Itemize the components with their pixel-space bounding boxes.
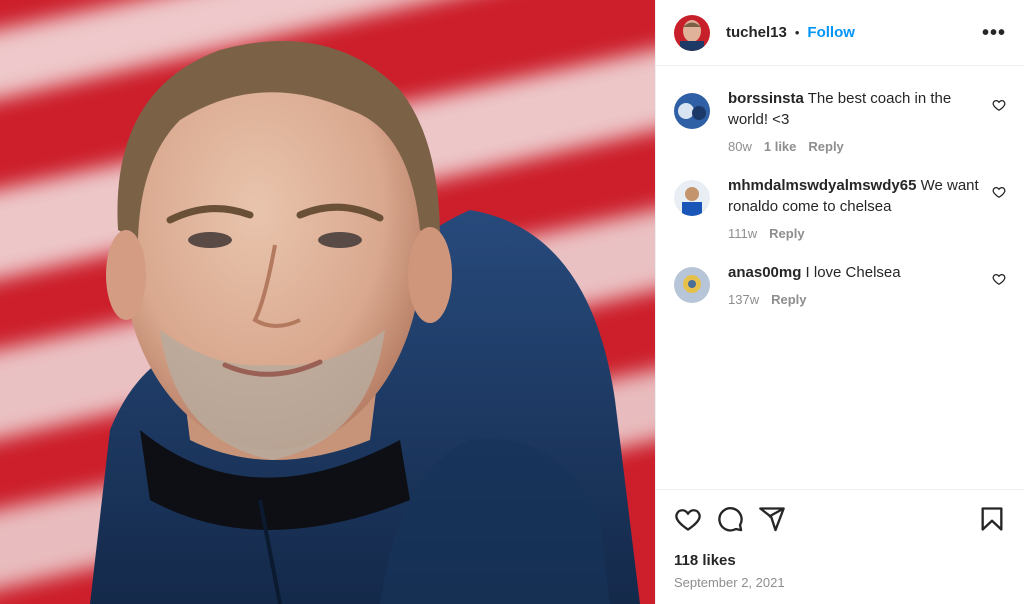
comments-list: borssinsta The best coach in the world! … [656,66,1024,489]
post-viewer: tuchel13 • Follow ••• borssinsta The bes… [0,0,1024,604]
comment-body: borssinsta The best coach in the world! … [728,88,992,154]
commenter-avatar[interactable] [674,267,710,303]
comment-username[interactable]: anas00mg [728,264,801,281]
comment-time: 80w [728,139,752,154]
comment-meta: 137w Reply [728,292,992,307]
comment-content: I love Chelsea [801,264,901,281]
comment-text: mhmdalmswdyalmswdy65 We want ronaldo com… [728,175,983,217]
reply-button[interactable]: Reply [808,139,843,154]
comment-time: 111w [728,226,758,241]
comment-text: anas00mg I love Chelsea [728,262,983,283]
bookmark-icon[interactable] [978,505,1006,533]
like-count[interactable]: 118 likes [674,552,1006,569]
action-bar [674,490,1006,548]
comment-username[interactable]: borssinsta [728,90,804,107]
author-avatar[interactable] [674,14,710,51]
comment-icon[interactable] [716,505,744,533]
post-date: September 2, 2021 [674,575,785,590]
more-icon[interactable]: ••• [982,23,1006,43]
comment-time: 137w [728,292,760,307]
commenter-avatar[interactable] [674,93,710,129]
comment-likes[interactable]: 1 like [764,139,797,154]
heart-icon[interactable] [992,98,1006,112]
post-photo[interactable] [0,0,655,604]
heart-icon[interactable] [674,505,702,533]
comment-username[interactable]: mhmdalmswdyalmswdy65 [728,177,916,194]
comment-meta: 80w 1 like Reply [728,139,992,154]
comment-body: mhmdalmswdyalmswdy65 We want ronaldo com… [728,175,992,241]
comment-item: anas00mg I love Chelsea 137w Reply [656,262,1024,307]
commenter-avatar[interactable] [674,180,710,216]
portrait-image [0,0,655,604]
comment-text: borssinsta The best coach in the world! … [728,88,983,130]
heart-icon[interactable] [992,272,1006,286]
separator-dot: • [794,25,800,40]
post-sidebar: tuchel13 • Follow ••• borssinsta The bes… [655,0,1024,604]
heart-icon[interactable] [992,185,1006,199]
reply-button[interactable]: Reply [769,226,804,241]
post-footer: 118 likes September 2, 2021 [656,489,1024,604]
author-username[interactable]: tuchel13 [726,24,787,41]
share-icon[interactable] [758,505,786,533]
post-header: tuchel13 • Follow ••• [656,0,1024,66]
follow-button[interactable]: Follow [807,24,855,41]
comment-item: borssinsta The best coach in the world! … [656,88,1024,154]
reply-button[interactable]: Reply [771,292,806,307]
comment-body: anas00mg I love Chelsea 137w Reply [728,262,992,307]
comment-meta: 111w Reply [728,226,992,241]
comment-item: mhmdalmswdyalmswdy65 We want ronaldo com… [656,175,1024,241]
